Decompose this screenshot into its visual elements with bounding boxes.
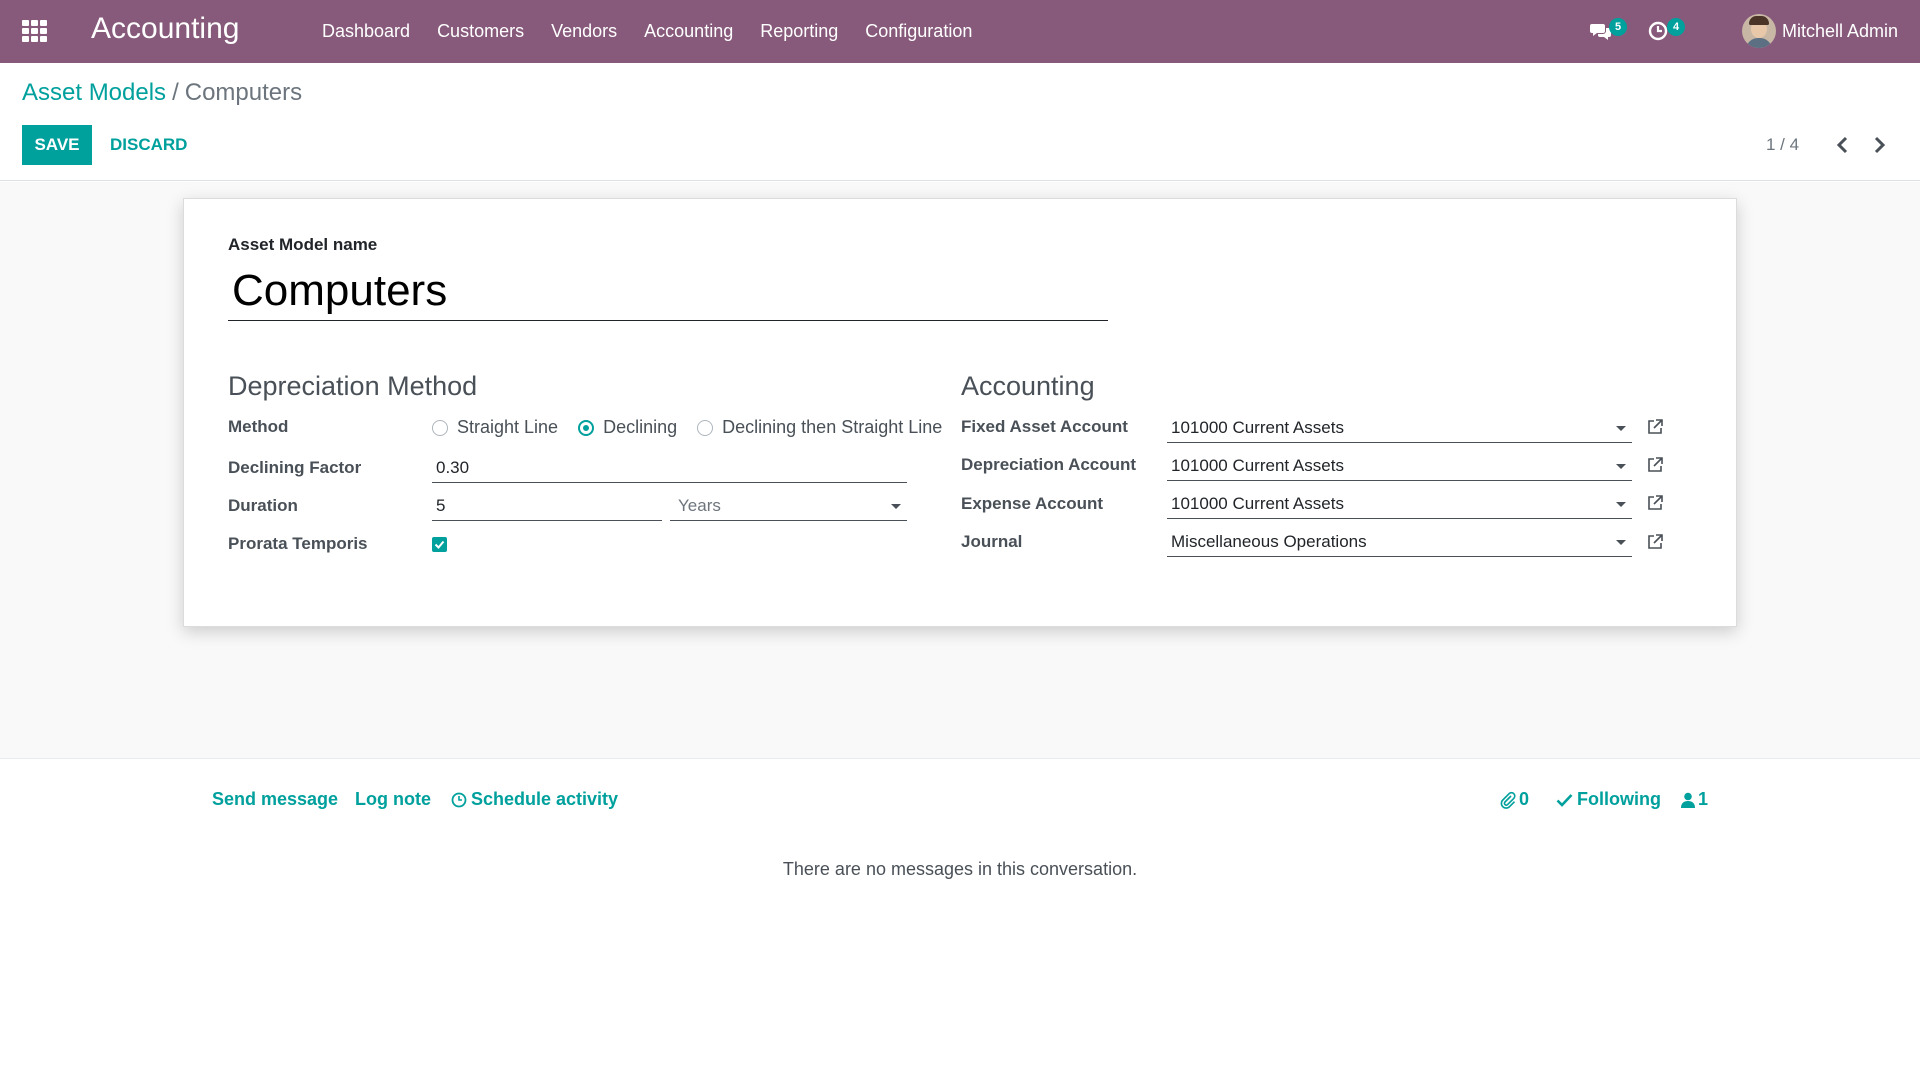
following-label: Following (1577, 789, 1661, 809)
fixed-asset-account-value: 101000 Current Assets (1171, 418, 1344, 437)
chevron-left-icon (1836, 136, 1848, 154)
caret-down-icon (1616, 464, 1626, 469)
checkmark-icon (434, 540, 445, 549)
top-navbar: Accounting Dashboard Customers Vendors A… (0, 0, 1920, 63)
clock-icon (1648, 21, 1668, 41)
form-sheet: Asset Model name Computers Depreciation … (183, 198, 1737, 627)
expense-account-value: 101000 Current Assets (1171, 494, 1344, 513)
radio-declining[interactable] (578, 419, 595, 436)
schedule-activity-button[interactable]: Schedule activity (451, 789, 618, 810)
schedule-activity-label: Schedule activity (471, 789, 619, 809)
prorata-temporis-checkbox[interactable] (432, 537, 447, 552)
user-menu[interactable]: Mitchell Admin (1741, 12, 1898, 50)
duration-input[interactable]: 5 (432, 491, 662, 521)
messages-button[interactable]: 5 (1590, 18, 1630, 44)
breadcrumb-current: Computers (184, 79, 303, 106)
followers-count: 1 (1698, 789, 1709, 809)
method-radio-group: Straight Line Declining Declining then S… (432, 417, 962, 438)
asset-model-name-label: Asset Model name (228, 235, 378, 254)
fixed-asset-account-select[interactable]: 101000 Current Assets (1167, 413, 1632, 443)
attachments-button[interactable]: 0 (1500, 789, 1529, 810)
asset-model-name-input[interactable]: Computers (228, 261, 1108, 321)
duration-label: Duration (228, 496, 298, 515)
log-note-button[interactable]: Log note (355, 789, 431, 810)
user-icon (1681, 792, 1695, 808)
depreciation-account-label: Depreciation Account (961, 455, 1137, 474)
activities-badge: 4 (1667, 18, 1685, 36)
check-icon (1556, 793, 1573, 807)
breadcrumb: Asset Models / Computers (22, 79, 302, 107)
menu-item-customers[interactable]: Customers (437, 21, 524, 42)
radio-straight-line[interactable] (432, 419, 448, 436)
caret-down-icon (1616, 540, 1626, 545)
discard-button[interactable]: DISCARD (110, 125, 187, 165)
menu-item-dashboard[interactable]: Dashboard (322, 21, 410, 42)
depreciation-account-select[interactable]: 101000 Current Assets (1167, 451, 1632, 481)
followers-button[interactable]: 1 (1681, 789, 1708, 810)
following-button[interactable]: Following (1556, 789, 1661, 810)
messages-badge: 5 (1609, 18, 1627, 36)
avatar (1741, 14, 1776, 48)
expense-account-label: Expense Account (961, 494, 1104, 513)
menu-item-vendors[interactable]: Vendors (551, 21, 617, 42)
depreciation-method-title: Depreciation Method (228, 371, 478, 401)
duration-unit-select[interactable]: Years (670, 491, 907, 521)
radio-straight-line-label[interactable]: Straight Line (457, 417, 558, 438)
attachments-count: 0 (1519, 789, 1530, 809)
journal-value: Miscellaneous Operations (1171, 532, 1367, 551)
user-name: Mitchell Admin (1781, 20, 1898, 41)
declining-factor-label: Declining Factor (228, 458, 362, 477)
journal-label: Journal (961, 532, 1023, 551)
save-button[interactable]: SAVE (22, 125, 92, 165)
pager-previous-button[interactable] (1831, 133, 1855, 157)
pager-next-button[interactable] (1867, 133, 1891, 157)
app-title[interactable]: Accounting (91, 12, 239, 46)
caret-down-icon (1616, 502, 1626, 507)
activities-button[interactable]: 4 (1648, 18, 1688, 44)
control-panel: Asset Models / Computers SAVE DISCARD 1 / … (0, 63, 1920, 181)
chatter: Send message Log note Schedule activity … (0, 758, 1920, 1080)
no-messages-text: There are no messages in this conversati… (782, 859, 1138, 879)
accounting-title: Accounting (961, 371, 1095, 401)
send-message-button[interactable]: Send message (212, 789, 338, 810)
external-link-icon[interactable] (1646, 456, 1664, 474)
external-link-icon[interactable] (1646, 494, 1664, 512)
expense-account-select[interactable]: 101000 Current Assets (1167, 489, 1632, 519)
pager-value[interactable]: 1 / 4 (1766, 135, 1799, 155)
duration-unit-value: Years (678, 496, 721, 515)
clock-icon (451, 792, 467, 807)
breadcrumb-asset-models[interactable]: Asset Models (22, 79, 166, 106)
depreciation-account-value: 101000 Current Assets (1171, 456, 1344, 475)
method-label: Method (228, 417, 289, 436)
fixed-asset-account-label: Fixed Asset Account (961, 417, 1128, 436)
caret-down-icon (1616, 426, 1626, 431)
apps-grid-icon[interactable] (22, 20, 48, 42)
menu-item-accounting[interactable]: Accounting (644, 21, 733, 42)
prorata-temporis-label: Prorata Temporis (228, 534, 368, 553)
radio-declining-label[interactable]: Declining (603, 417, 677, 438)
radio-declining-then-straight-line-label[interactable]: Declining then Straight Line (722, 417, 942, 438)
menu-item-reporting[interactable]: Reporting (760, 21, 838, 42)
main-menu: Dashboard Customers Vendors Accounting R… (322, 0, 999, 63)
paperclip-icon (1500, 791, 1516, 809)
external-link-icon[interactable] (1646, 533, 1664, 551)
breadcrumb-separator: / (172, 79, 179, 106)
declining-factor-input[interactable]: 0.30 (432, 453, 907, 483)
chevron-right-icon (1874, 136, 1886, 154)
caret-down-icon (891, 504, 901, 509)
menu-item-configuration[interactable]: Configuration (865, 21, 972, 42)
journal-select[interactable]: Miscellaneous Operations (1167, 527, 1632, 557)
radio-declining-then-straight-line[interactable] (697, 419, 714, 436)
external-link-icon[interactable] (1646, 418, 1664, 436)
